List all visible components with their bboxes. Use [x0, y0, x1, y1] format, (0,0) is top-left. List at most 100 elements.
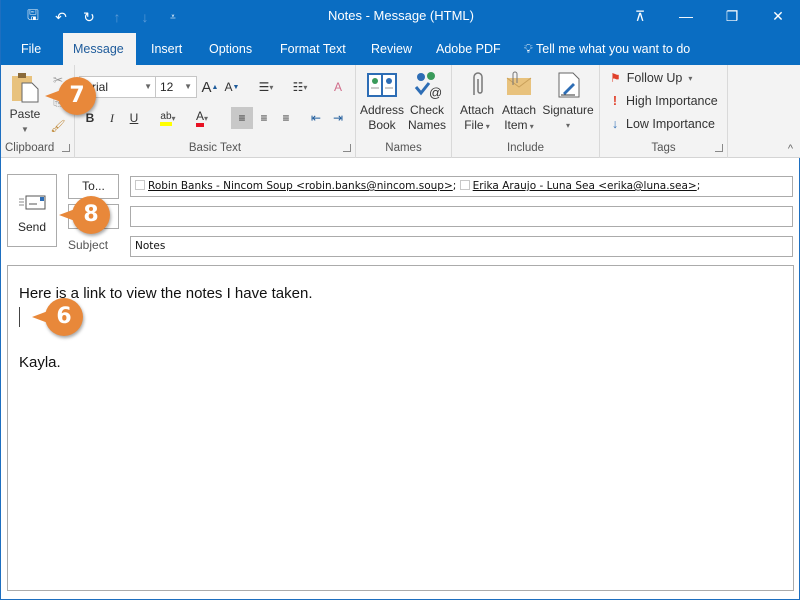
- outlook-message-window: 🖫 ↶ ↻ ↑ ↓ ⩡ Notes - Message (HTML) ⊼ — ❐…: [0, 0, 800, 600]
- tell-me-label: Tell me what you want to do: [536, 42, 691, 56]
- numbering-icon[interactable]: ☷ ▾: [285, 76, 315, 98]
- signature-icon: [558, 72, 580, 98]
- basic-text-group: Arial ▼ 12 ▼ A ▲ A ▼ ☰ ▾ ☷ ▾ A B I U ab ▾ A ▾ …: [75, 65, 356, 158]
- font-color-icon: A: [195, 109, 204, 127]
- chevron-down-icon: ▼: [184, 82, 192, 91]
- italic-button[interactable]: I: [101, 107, 123, 129]
- increase-indent-icon[interactable]: ⇥: [327, 107, 349, 129]
- attach-item-label-1: Attach: [501, 103, 537, 117]
- highlight-color-button[interactable]: ab ▾: [153, 107, 183, 129]
- body-line: Kayla.: [19, 354, 61, 371]
- basic-text-launcher-icon[interactable]: [343, 144, 351, 152]
- window-controls: ⊼ — ❐ ✕: [617, 0, 800, 32]
- highlighter-icon: ab: [160, 111, 172, 126]
- align-left-icon[interactable]: ≡: [231, 107, 253, 129]
- message-body[interactable]: Here is a link to view the notes I have …: [7, 265, 794, 591]
- tab-message[interactable]: Message: [63, 33, 136, 65]
- clipboard-launcher-icon[interactable]: [62, 144, 70, 152]
- recipient-checkbox[interactable]: [459, 180, 470, 190]
- font-size-combo[interactable]: 12 ▼: [155, 76, 197, 98]
- high-importance-button[interactable]: ! High Importance: [610, 94, 718, 108]
- align-right-icon[interactable]: ≡: [275, 107, 297, 129]
- names-label: Names: [385, 142, 422, 154]
- recipient-1[interactable]: Robin Banks - Nincom Soup <robin.banks@n…: [148, 180, 453, 192]
- send-label: Send: [17, 220, 47, 234]
- title-bar: 🖫 ↶ ↻ ↑ ↓ ⩡ Notes - Message (HTML) ⊼ — ❐…: [1, 0, 800, 33]
- paste-label: Paste: [9, 107, 41, 121]
- recipient-2[interactable]: Erika Araujo - Luna Sea <erika@luna.sea>: [473, 180, 697, 192]
- tell-me-search[interactable]: 💡︎ Tell me what you want to do: [514, 33, 700, 65]
- step-callout-7: 7: [45, 77, 96, 115]
- tab-review[interactable]: Review: [361, 33, 422, 65]
- collapse-ribbon-icon[interactable]: ^: [788, 143, 793, 155]
- tab-file[interactable]: File: [11, 33, 51, 65]
- tab-format-text[interactable]: Format Text: [270, 33, 356, 65]
- shrink-font-icon[interactable]: A ▼: [221, 76, 243, 98]
- cc-field[interactable]: [130, 206, 793, 227]
- tab-options[interactable]: Options: [199, 33, 262, 65]
- signature-label: Signature: [542, 103, 594, 117]
- exclamation-icon: !: [612, 94, 618, 108]
- close-button[interactable]: ✕: [755, 0, 800, 32]
- check-names-label-1: Check: [409, 103, 444, 117]
- tags-launcher-icon[interactable]: [715, 144, 723, 152]
- step-callout-6: 6: [32, 298, 83, 336]
- paste-button[interactable]: Paste ▼: [7, 71, 43, 137]
- address-book-icon: [367, 73, 397, 97]
- font-color-button[interactable]: A ▾: [187, 107, 217, 129]
- address-book-button[interactable]: Address Book: [360, 71, 404, 133]
- decrease-indent-icon[interactable]: ⇤: [305, 107, 327, 129]
- attach-item-label-2: Item: [504, 118, 528, 132]
- basic-text-label: Basic Text: [188, 142, 242, 154]
- chevron-down-icon: ▾: [565, 121, 570, 130]
- envelope-attach-icon: [506, 71, 532, 95]
- check-names-label-2: Names: [407, 118, 446, 132]
- follow-up-label: Follow Up: [626, 71, 683, 85]
- text-cursor: [19, 307, 20, 328]
- paste-dropdown-icon: ▼: [21, 125, 29, 134]
- restore-button[interactable]: ❐: [709, 0, 755, 32]
- send-envelope-icon: [19, 195, 46, 210]
- underline-button[interactable]: U: [123, 107, 145, 129]
- body-line-cursor: [19, 305, 782, 328]
- signature-button[interactable]: Signature ▾: [540, 71, 596, 133]
- tags-label: Tags: [651, 142, 676, 154]
- minimize-button[interactable]: —: [663, 0, 709, 32]
- high-importance-label: High Importance: [626, 94, 718, 108]
- attach-file-button[interactable]: Attach File ▾: [456, 71, 498, 134]
- subject-field[interactable]: Notes: [130, 236, 793, 257]
- flag-icon: ⚑: [610, 71, 621, 85]
- low-importance-button[interactable]: ↓ Low Importance: [610, 117, 715, 131]
- body-line: Here is a link to view the notes I have …: [19, 285, 313, 302]
- bullets-icon[interactable]: ☰ ▾: [251, 76, 281, 98]
- low-importance-label: Low Importance: [626, 117, 715, 131]
- tab-insert[interactable]: Insert: [141, 33, 192, 65]
- format-painter-icon[interactable]: 🖌︎: [47, 115, 69, 137]
- font-size-value: 12: [160, 80, 174, 94]
- send-button[interactable]: Send: [7, 174, 57, 247]
- step-callout-8: 8: [59, 196, 110, 234]
- ribbon: Paste ▼ ✂ ⎘ 🖌︎ Clipboard Arial ▼ 12 ▼ A▲…: [1, 65, 800, 158]
- ribbon-tabs: File Message Insert Options Format Text …: [1, 33, 800, 65]
- clear-formatting-icon[interactable]: A: [327, 76, 349, 98]
- align-center-icon[interactable]: ≡: [253, 107, 275, 129]
- ribbon-display-options-icon[interactable]: ⊼: [617, 0, 663, 32]
- chevron-down-icon: ▾: [483, 122, 490, 131]
- recipient-checkbox[interactable]: [135, 180, 145, 190]
- include-label: Include: [506, 142, 545, 154]
- tags-group: ⚑ Follow Up ▾ ! High Importance ↓ Low Im…: [600, 65, 728, 158]
- body-line: [19, 328, 782, 351]
- include-group: Attach File ▾ Attach Item ▾ Signature ▾ …: [452, 65, 600, 158]
- subject-label: Subject: [68, 238, 109, 252]
- to-field[interactable]: Robin Banks - Nincom Soup <robin.banks@n…: [130, 176, 793, 197]
- check-names-icon: @: [414, 72, 442, 100]
- tab-adobe-pdf[interactable]: Adobe PDF: [426, 33, 511, 65]
- address-book-label-2: Book: [368, 118, 396, 132]
- address-book-label-1: Address: [360, 103, 405, 117]
- down-arrow-icon: ↓: [611, 117, 619, 131]
- attach-item-button[interactable]: Attach Item ▾: [498, 71, 540, 134]
- chevron-down-icon: ▾: [688, 73, 693, 83]
- grow-font-icon[interactable]: A ▲: [199, 76, 221, 98]
- follow-up-button[interactable]: ⚑ Follow Up ▾: [610, 71, 692, 85]
- check-names-button[interactable]: @ Check Names: [406, 71, 448, 133]
